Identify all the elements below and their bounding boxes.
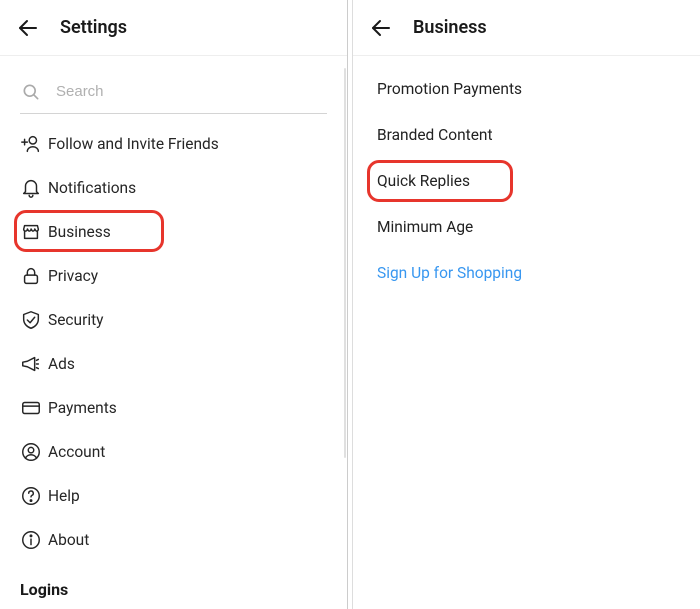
- item-label: Quick Replies: [377, 172, 470, 190]
- sidebar-item-business[interactable]: Business: [0, 210, 347, 254]
- sidebar-item-ads[interactable]: Ads: [0, 342, 347, 386]
- sidebar-item-about[interactable]: About: [0, 518, 347, 562]
- megaphone-icon: [20, 353, 48, 375]
- business-title: Business: [413, 17, 487, 38]
- sidebar-item-notifications[interactable]: Notifications: [0, 166, 347, 210]
- info-icon: [20, 529, 48, 551]
- business-item-promotion-payments[interactable]: Promotion Payments: [353, 66, 700, 112]
- settings-list: Follow and Invite Friends Notifications …: [0, 118, 347, 605]
- sidebar-item-privacy[interactable]: Privacy: [0, 254, 347, 298]
- item-label: Promotion Payments: [377, 80, 522, 98]
- item-label: Help: [48, 487, 80, 505]
- sidebar-item-help[interactable]: Help: [0, 474, 347, 518]
- back-button[interactable]: [367, 14, 395, 42]
- business-item-shopping-signup[interactable]: Sign Up for Shopping: [353, 250, 700, 296]
- card-icon: [20, 397, 48, 419]
- item-label: Security: [48, 311, 104, 329]
- arrow-left-icon: [16, 16, 40, 40]
- search-input[interactable]: [56, 83, 327, 100]
- storefront-icon: [20, 221, 48, 243]
- item-label: Minimum Age: [377, 218, 473, 236]
- sidebar-item-account[interactable]: Account: [0, 430, 347, 474]
- item-label: About: [48, 531, 89, 549]
- item-label: Business: [48, 223, 111, 241]
- sidebar-item-payments[interactable]: Payments: [0, 386, 347, 430]
- add-person-icon: [20, 133, 48, 155]
- business-item-minimum-age[interactable]: Minimum Age: [353, 204, 700, 250]
- item-label: Notifications: [48, 179, 136, 197]
- account-icon: [20, 441, 48, 463]
- item-label: Payments: [48, 399, 117, 417]
- sidebar-item-follow-invite[interactable]: Follow and Invite Friends: [0, 122, 347, 166]
- bell-icon: [20, 177, 48, 199]
- item-label: Account: [48, 443, 105, 461]
- item-label: Sign Up for Shopping: [377, 264, 522, 282]
- business-pane: Business Promotion Payments Branded Cont…: [352, 0, 700, 609]
- item-label: Branded Content: [377, 126, 493, 144]
- settings-header: Settings: [0, 0, 347, 56]
- item-label: Follow and Invite Friends: [48, 135, 219, 153]
- arrow-left-icon: [369, 16, 393, 40]
- business-item-quick-replies[interactable]: Quick Replies: [353, 158, 700, 204]
- search-icon: [20, 81, 42, 103]
- business-header: Business: [353, 0, 700, 56]
- sidebar-item-security[interactable]: Security: [0, 298, 347, 342]
- item-label: Privacy: [48, 267, 98, 285]
- shield-icon: [20, 309, 48, 331]
- section-logins: Logins: [0, 562, 347, 605]
- back-button[interactable]: [14, 14, 42, 42]
- business-list: Promotion Payments Branded Content Quick…: [353, 56, 700, 306]
- item-label: Ads: [48, 355, 75, 373]
- business-item-branded-content[interactable]: Branded Content: [353, 112, 700, 158]
- settings-pane: Settings Follow and Invite Friends Notif…: [0, 0, 348, 609]
- search-row[interactable]: [20, 70, 327, 114]
- help-icon: [20, 485, 48, 507]
- lock-icon: [20, 265, 48, 287]
- settings-title: Settings: [60, 17, 127, 38]
